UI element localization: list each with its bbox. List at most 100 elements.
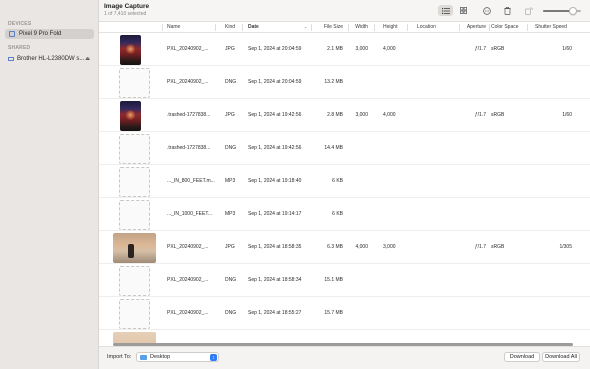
- import-to-label: Import To:: [107, 354, 132, 360]
- thumbnail: [120, 35, 141, 65]
- cell-width: 4,000: [355, 244, 368, 250]
- cell-aperture: ƒ/1.7: [474, 46, 486, 52]
- column-header-name[interactable]: Name: [167, 24, 180, 30]
- list-view-button[interactable]: [438, 5, 453, 16]
- more-options-button[interactable]: [479, 5, 494, 16]
- cell-name: PXL_20240902_...: [167, 244, 209, 250]
- cell-color-space: sRGB: [491, 112, 505, 118]
- cell-kind: JPG: [225, 244, 235, 250]
- cell-file-size: 2.8 MB: [327, 112, 343, 118]
- cell-file-size: 14.4 MB: [324, 145, 343, 151]
- rotate-button[interactable]: [521, 5, 536, 16]
- phone-icon: [9, 31, 15, 37]
- cell-file-size: 6 KB: [332, 211, 343, 217]
- main-pane: Image Capture 1 of 7,410 selected Name K…: [99, 0, 590, 369]
- table-row[interactable]: ..._IN_1000_FEET... MP3 Sep 1, 2024 at 19:…: [99, 198, 590, 231]
- table-row[interactable]: PXL_20240902_... DNG Sep 1, 2024 at 18:58:…: [99, 264, 590, 297]
- thumbnail: [119, 299, 150, 329]
- devices-header: DEVICES: [8, 21, 32, 27]
- column-header-file-size[interactable]: File Size: [311, 24, 343, 30]
- download-all-button[interactable]: Download All: [542, 352, 580, 362]
- cell-date: Sep 1, 2024 at 20:04:59: [248, 79, 302, 85]
- cell-name: .trashed-1727838...: [167, 112, 211, 118]
- table-row[interactable]: ..._IN_800_FEET.m... MP3 Sep 1, 2024 at 19…: [99, 165, 590, 198]
- cell-file-size: 6 KB: [332, 178, 343, 184]
- cell-height: 4,000: [383, 46, 396, 52]
- sidebar-item-pixel-9-pro-fold[interactable]: Pixel 9 Pro Fold: [5, 29, 94, 39]
- cell-name: ..._IN_1000_FEET...: [167, 211, 213, 217]
- eject-icon[interactable]: ⏏: [85, 56, 90, 62]
- table-row[interactable]: .trashed-1727838... JPG Sep 1, 2024 at 19:…: [99, 99, 590, 132]
- cell-name: PXL_20240902_...: [167, 277, 209, 283]
- window-title: Image Capture: [104, 3, 150, 10]
- thumbnail: [113, 233, 156, 263]
- column-header-color-space[interactable]: Color Space: [491, 24, 519, 30]
- sidebar-item-label: Brother HL-L2380DW s...: [17, 56, 85, 62]
- cell-date: Sep 1, 2024 at 19:18:40: [248, 178, 302, 184]
- cell-kind: MP3: [225, 211, 236, 217]
- column-header-height[interactable]: Height: [383, 24, 397, 30]
- list-icon: [441, 7, 450, 14]
- chevron-updown-icon: ↕: [210, 354, 217, 361]
- cell-shutter-speed: 1/60: [562, 46, 572, 52]
- column-separator: [407, 24, 408, 31]
- cell-kind: MP3: [225, 178, 236, 184]
- table-row[interactable]: PXL_20240902_... JPG Sep 1, 2024 at 20:04:…: [99, 33, 590, 66]
- grid-icon: [460, 7, 467, 14]
- import-destination-value: Desktop: [150, 354, 171, 360]
- column-separator: [215, 24, 216, 31]
- column-header-width[interactable]: Width: [348, 24, 368, 30]
- sort-chevron-icon: ⌄: [304, 24, 308, 29]
- thumbnail: [119, 266, 150, 296]
- table-row[interactable]: .trashed-1727838... DNG Sep 1, 2024 at 19:…: [99, 132, 590, 165]
- cell-height: 3,000: [383, 244, 396, 250]
- table-row[interactable]: PXL_20240902_... JPG Sep 1, 2024 at 18:58:…: [99, 231, 590, 264]
- thumbnail-size-slider[interactable]: [543, 6, 581, 15]
- rotate-icon: [524, 6, 533, 15]
- cell-kind: DNG: [225, 145, 237, 151]
- cell-date: Sep 1, 2024 at 19:42:56: [248, 112, 302, 118]
- table-row[interactable]: PXL_20240902_... DNG Sep 1, 2024 at 20:04:…: [99, 66, 590, 99]
- ellipsis-circle-icon: [482, 6, 491, 15]
- grid-view-button[interactable]: [456, 5, 471, 16]
- column-header-aperture[interactable]: Aperture: [459, 24, 486, 30]
- column-header-shutter-speed[interactable]: Shutter Speed: [535, 24, 567, 30]
- table-row[interactable]: PXL_20240902_... DNG Sep 1, 2024 at 18:55:…: [99, 297, 590, 330]
- cell-name: ..._IN_800_FEET.m...: [167, 178, 215, 184]
- cell-date: Sep 1, 2024 at 20:04:59: [248, 46, 302, 52]
- thumbnail: [113, 332, 156, 343]
- column-header-location[interactable]: Location: [417, 24, 436, 30]
- cell-height: 4,000: [383, 112, 396, 118]
- cell-aperture: ƒ/1.7: [474, 112, 486, 118]
- toolbar: Image Capture 1 of 7,410 selected: [99, 0, 590, 22]
- cell-name: PXL_20240902_...: [167, 46, 209, 52]
- delete-button[interactable]: [500, 5, 515, 16]
- cell-shutter-speed: 1/60: [562, 112, 572, 118]
- thumbnail: [119, 200, 150, 230]
- cell-kind: DNG: [225, 79, 237, 85]
- column-header-date[interactable]: Date: [248, 24, 259, 30]
- shared-header: SHARED: [8, 45, 31, 51]
- cell-kind: JPG: [225, 46, 235, 52]
- file-list: PXL_20240902_... JPG Sep 1, 2024 at 20:04:…: [99, 33, 590, 343]
- column-header-kind[interactable]: Kind: [225, 24, 235, 30]
- cell-width: 3,000: [355, 46, 368, 52]
- slider-knob[interactable]: [569, 6, 578, 15]
- thumbnail: [119, 134, 150, 164]
- cell-date: Sep 1, 2024 at 18:58:34: [248, 277, 302, 283]
- cell-file-size: 15.7 MB: [324, 310, 343, 316]
- cell-date: Sep 1, 2024 at 18:58:35: [248, 244, 302, 250]
- table-row[interactable]: [99, 330, 590, 343]
- column-separator: [162, 24, 163, 31]
- sidebar-item-label: Pixel 9 Pro Fold: [19, 31, 62, 37]
- sidebar-item-brother-printer[interactable]: Brother HL-L2380DW s... ⏏: [5, 54, 94, 64]
- cell-file-size: 15.1 MB: [324, 277, 343, 283]
- import-destination-select[interactable]: Desktop ↕: [136, 352, 219, 362]
- download-button[interactable]: Download: [504, 352, 540, 362]
- thumbnail: [119, 68, 150, 98]
- selection-count: 1 of 7,410 selected: [104, 11, 147, 17]
- table-header: Name Kind Date ⌄ File Size Width Height …: [99, 22, 590, 33]
- cell-kind: JPG: [225, 112, 235, 118]
- cell-file-size: 2.1 MB: [327, 46, 343, 52]
- cell-aperture: ƒ/1.7: [474, 244, 486, 250]
